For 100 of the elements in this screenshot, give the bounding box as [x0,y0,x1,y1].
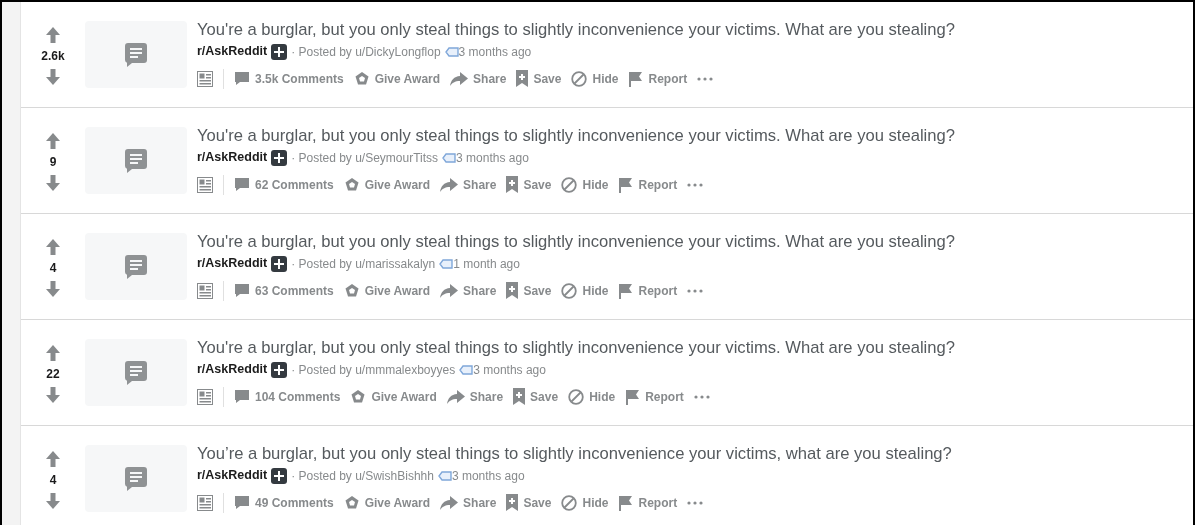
vote-count: 2.6k [41,47,65,65]
comments-button[interactable]: 3.5k Comments [234,69,344,88]
layout-icon[interactable] [197,176,213,193]
layout-icon[interactable] [197,388,213,405]
hide-icon [561,282,578,299]
share-icon [446,389,465,404]
tag-icon [439,258,454,269]
share-button[interactable]: Share [440,493,497,512]
layout-icon[interactable] [197,70,213,87]
bookmark-icon [513,388,526,406]
award-icon [343,494,360,511]
downvote-arrow-icon[interactable] [46,386,60,403]
more-icon[interactable] [687,182,704,187]
join-button[interactable] [271,255,288,272]
report-button[interactable]: Report [628,69,688,88]
upvote-arrow-icon[interactable] [46,26,60,43]
save-button[interactable]: Save [506,493,552,512]
post-title[interactable]: You're a burglar, but you only steal things to slightly inconvenience your victims. What are you stealing? [197,126,955,147]
hide-button[interactable]: Hide [561,281,609,300]
comments-button[interactable]: 62 Comments [234,175,334,194]
hide-button[interactable]: Hide [571,69,619,88]
subreddit-link[interactable]: r/AskReddit [197,42,268,61]
bookmark-icon [506,176,519,194]
join-button[interactable] [271,43,288,60]
share-button[interactable]: Share [450,69,507,88]
post-age: 3 months ago [473,361,546,379]
upvote-arrow-icon[interactable] [46,450,60,467]
post-title[interactable]: You're a burglar, but you only steal things to slightly inconvenience your victims. What are you stealing? [197,232,955,253]
downvote-arrow-icon[interactable] [46,280,60,297]
subreddit-link[interactable]: r/AskReddit [197,360,268,379]
comments-button[interactable]: 104 Comments [234,387,341,406]
award-button[interactable]: Give Award [353,69,441,88]
downvote-arrow-icon[interactable] [46,492,60,509]
comments-button[interactable]: 63 Comments [234,281,334,300]
more-icon[interactable] [687,288,704,293]
report-button[interactable]: Report [618,281,678,300]
join-button[interactable] [271,361,288,378]
hide-icon [561,176,578,193]
subreddit-link[interactable]: r/AskReddit [197,254,268,273]
more-icon[interactable] [687,500,704,505]
share-button[interactable]: Share [446,387,504,406]
comment-icon [234,71,250,87]
downvote-arrow-icon[interactable] [46,174,60,191]
hide-button[interactable]: Hide [568,387,616,406]
share-button[interactable]: Share [440,281,497,300]
flag-icon [625,388,641,405]
award-button[interactable]: Give Award [343,281,431,300]
post-title[interactable]: You're a burglar, but you only steal things to slightly inconvenience your victims. What are you stealing? [197,20,955,41]
hide-button[interactable]: Hide [561,175,609,194]
join-button[interactable] [271,149,288,166]
thumbnail-placeholder[interactable] [85,339,187,406]
post-title[interactable]: You're a burglar, but you only steal things to slightly inconvenience your victims. What are you stealing? [197,338,955,359]
subreddit-link[interactable]: r/AskReddit [197,466,268,485]
more-icon[interactable] [697,76,714,81]
bookmark-icon [516,70,529,88]
vote-count: 22 [46,365,60,383]
award-button[interactable]: Give Award [343,493,431,512]
share-button[interactable]: Share [440,175,497,194]
thumbnail-placeholder[interactable] [85,233,187,300]
comment-icon [234,177,250,193]
save-button[interactable]: Save [506,175,552,194]
text-post-icon [125,466,147,491]
report-button[interactable]: Report [625,387,684,406]
report-button[interactable]: Report [618,493,678,512]
subreddit-link[interactable]: r/AskReddit [197,148,268,167]
hide-button[interactable]: Hide [561,493,609,512]
text-post-icon [125,42,147,67]
join-button[interactable] [271,467,288,484]
posted-by-text: · Posted by u/SwishBishhh [291,467,434,485]
upvote-arrow-icon[interactable] [46,238,60,255]
save-button[interactable]: Save [506,281,552,300]
plus-icon [274,46,285,57]
thumbnail-placeholder[interactable] [85,127,187,194]
flag-icon [618,176,634,193]
upvote-arrow-icon[interactable] [46,132,60,149]
post-title[interactable]: You’re a burglar, but you only steal things to slightly inconvenience your victims, what are you stealing? [197,444,952,465]
thumbnail-placeholder[interactable] [85,445,187,512]
upvote-arrow-icon[interactable] [46,344,60,361]
award-button[interactable]: Give Award [343,175,431,194]
comments-button[interactable]: 49 Comments [234,493,334,512]
text-post-icon [125,254,147,279]
vote-count: 9 [49,153,57,171]
posted-by-text: · Posted by u/DickyLongflop [291,43,441,61]
more-icon[interactable] [693,394,710,399]
thumbnail-placeholder[interactable] [85,21,187,88]
tag-icon [442,152,457,163]
layout-icon[interactable] [197,282,213,299]
post-age: 1 month ago [453,255,520,273]
flag-icon [618,282,634,299]
award-button[interactable]: Give Award [350,387,437,406]
downvote-arrow-icon[interactable] [46,68,60,85]
report-button[interactable]: Report [618,175,678,194]
save-button[interactable]: Save [516,69,562,88]
layout-icon[interactable] [197,494,213,511]
flag-icon [618,494,634,511]
tag-icon [444,46,459,57]
share-icon [450,71,469,86]
save-button[interactable]: Save [513,387,559,406]
plus-icon [274,258,285,269]
plus-icon [274,470,285,481]
